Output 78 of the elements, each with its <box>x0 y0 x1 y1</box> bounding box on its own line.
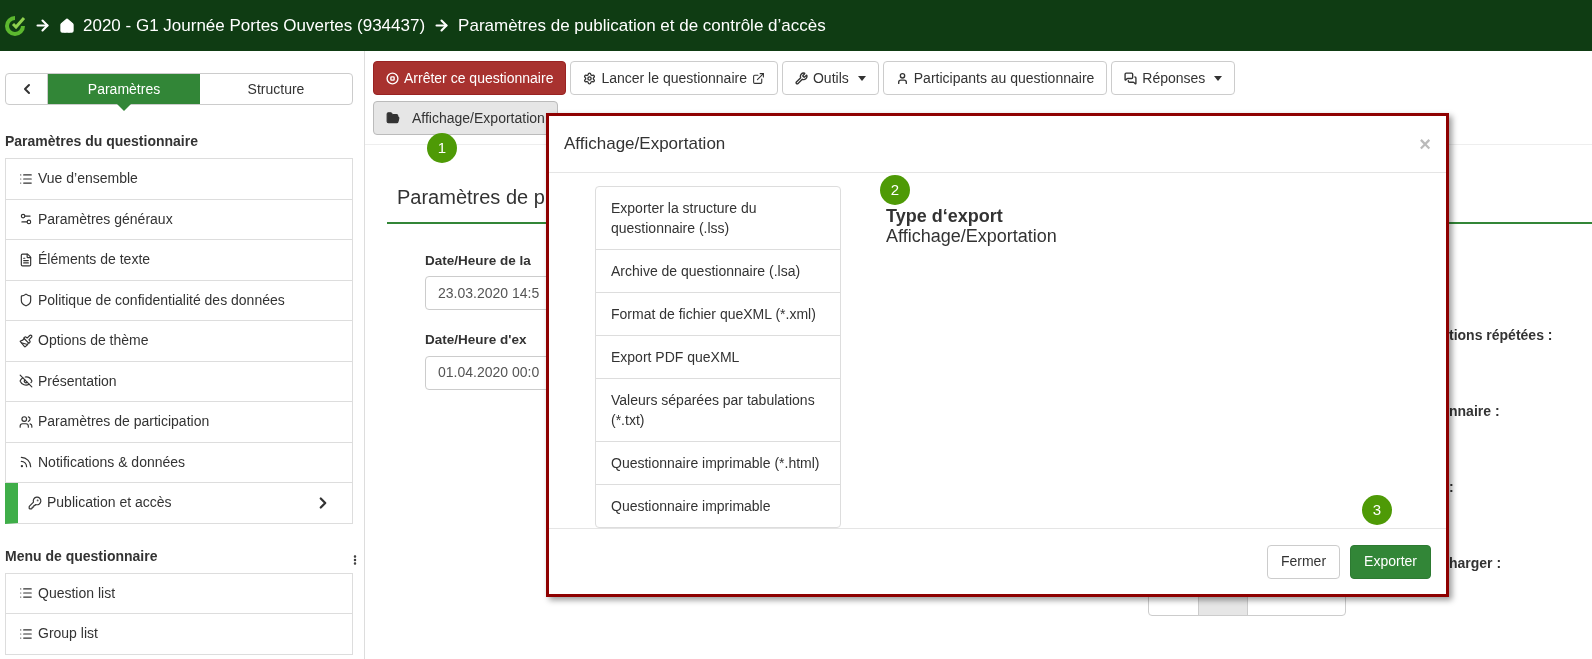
external-link-icon <box>751 71 765 85</box>
folder-icon <box>386 111 400 125</box>
field-label: Date/Heure de la <box>425 252 531 270</box>
toolbar-button[interactable]: Arrêter ce questionnaire <box>373 61 567 95</box>
sidebar-tab[interactable]: Structure <box>200 74 352 104</box>
export-type-label: Type d‘export <box>886 206 1004 226</box>
page-title: Paramètres de publication et de contrôle d’accès <box>458 14 826 37</box>
section-title: Menu de questionnaire <box>5 546 159 566</box>
sidebar-item[interactable]: Question list <box>5 573 353 614</box>
item-label: Éléments de texte <box>38 250 151 270</box>
list-icon <box>19 171 33 186</box>
brush-icon <box>19 333 33 348</box>
close-dialog-button[interactable]: Fermer <box>1266 544 1341 579</box>
tools-icon <box>794 71 808 85</box>
toolbar-button[interactable]: Outils <box>781 61 879 95</box>
export-button[interactable]: Exporter <box>1350 544 1431 579</box>
toolbar-button[interactable]: Participants au questionnaire <box>882 61 1108 95</box>
rss-icon <box>19 455 33 470</box>
toolbar-button[interactable]: Lancer le questionnaire <box>570 61 778 95</box>
section-heading: Paramètres de p <box>397 186 545 208</box>
item-label: Options de thème <box>38 331 149 351</box>
stop-icon <box>386 71 399 85</box>
tab-pointer <box>117 104 131 111</box>
eye-slash-icon <box>19 374 33 389</box>
item-label: Présentation <box>38 371 117 391</box>
document-icon <box>19 252 33 267</box>
item-label: Paramètres généraux <box>38 209 173 229</box>
toolbar-button[interactable]: Réponses <box>1111 61 1236 95</box>
users-icon <box>19 414 33 429</box>
item-label: Notifications & données <box>38 452 186 472</box>
field-label: nnaire : <box>1449 402 1501 417</box>
dialog-title: Affichage/Exportation <box>564 133 726 156</box>
item-label: Question list <box>38 583 116 603</box>
export-option[interactable]: Format de fichier queXML (*.xml) <box>596 293 840 336</box>
sidebar-item[interactable]: Notifications & données <box>5 442 353 483</box>
item-label: Paramètres de participation <box>38 412 210 432</box>
list-icon <box>19 586 33 601</box>
export-option[interactable]: Exporter la structure du questionnaire (.lss) <box>596 187 840 250</box>
home-icon <box>59 17 75 34</box>
caret-icon <box>857 75 866 81</box>
sidebar-item[interactable]: Éléments de texte <box>5 240 353 281</box>
sidebar-item[interactable]: Paramètres généraux <box>5 199 353 240</box>
export-option[interactable]: Questionnaire imprimable <box>596 485 840 527</box>
export-option[interactable]: Valeurs séparées par tabulations (*.txt) <box>596 379 840 442</box>
sidebar-item[interactable]: Group list <box>5 614 353 655</box>
field-label: Date/Heure d'ex <box>425 331 527 350</box>
item-label: Politique de confidentialité des données <box>38 290 285 310</box>
sidebar-item[interactable]: Présentation <box>5 361 353 402</box>
arrow-icon <box>34 17 51 34</box>
sidebar-item[interactable]: Publication et accès <box>5 483 353 524</box>
gear-icon <box>583 71 597 85</box>
export-type-value: Affichage/Exportation <box>886 226 1057 246</box>
user-icon <box>895 71 909 85</box>
export-option[interactable]: Export PDF queXML <box>596 336 840 379</box>
field-label: : <box>1449 478 1455 493</box>
breadcrumb-link[interactable]: 2020 - G1 Journée Portes Ouvertes (934437) <box>83 12 426 39</box>
toolbar-button[interactable]: Affichage/Exportation <box>373 101 558 135</box>
item-label: Group list <box>38 624 98 644</box>
step-marker: 3 <box>1362 495 1392 525</box>
field-label: harger : <box>1449 554 1503 569</box>
field-label: tions répétées : <box>1449 326 1553 341</box>
section-title: Paramètres du questionnaire <box>5 132 199 151</box>
item-label: Vue d’ensemble <box>38 169 138 189</box>
step-marker: 2 <box>880 175 910 205</box>
export-option[interactable]: Questionnaire imprimable (*.html) <box>596 442 840 485</box>
item-label: Publication et accès <box>47 493 172 513</box>
logo-icon <box>4 14 26 37</box>
list-icon <box>19 626 33 641</box>
sidebar-item[interactable]: Politique de confidentialité des données <box>5 280 353 321</box>
sidebar-item[interactable]: Paramètres de participation <box>5 402 353 443</box>
step-marker: 1 <box>427 133 457 163</box>
export-option[interactable]: Archive de questionnaire (.lsa) <box>596 250 840 293</box>
key-icon <box>28 495 42 510</box>
sidebar-item[interactable]: Options de thème <box>5 321 353 362</box>
sidebar-item[interactable]: Vue d’ensemble <box>5 159 353 200</box>
shield-icon <box>19 293 33 308</box>
caret-icon <box>1214 75 1223 81</box>
messages-icon <box>1124 71 1138 85</box>
